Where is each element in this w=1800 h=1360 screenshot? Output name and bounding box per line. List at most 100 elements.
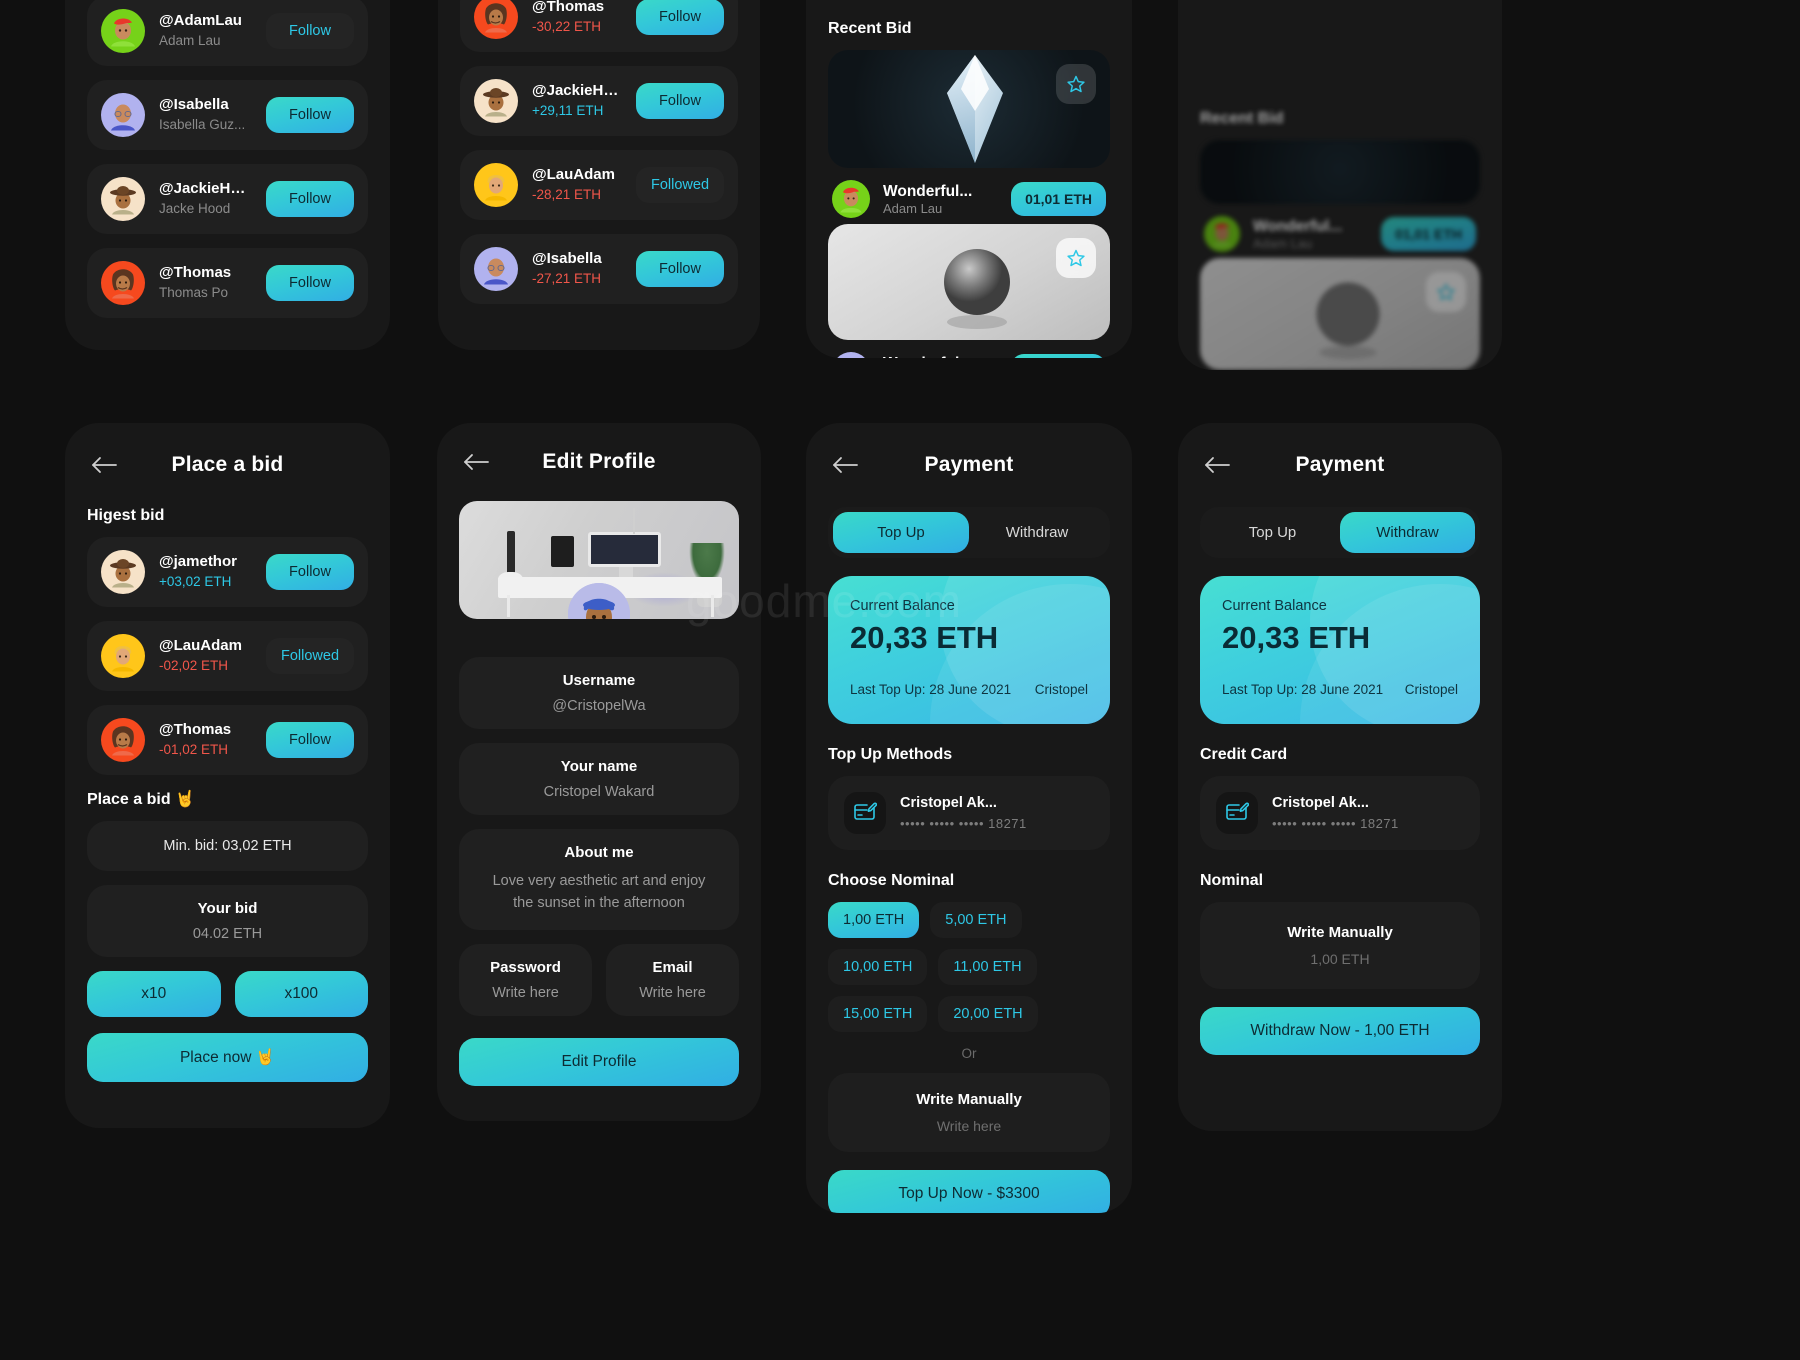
bid-amount: -27,21 ETH: [532, 270, 602, 286]
user-handle: @Isabella: [532, 250, 602, 268]
payment-method-row[interactable]: Cristopel Ak... ••••• ••••• ••••• 18271: [828, 776, 1110, 850]
user-info: @JackieHood +29,11 ETH: [532, 81, 622, 120]
cover-photo[interactable]: [459, 501, 739, 619]
follow-button[interactable]: Follow: [636, 251, 724, 287]
panel-place-bid: Place a bid Higest bid @jamethor +03,02 …: [65, 423, 390, 1128]
user-handle: @Thomas: [159, 264, 232, 282]
user-handle: @AdamLau: [159, 12, 242, 30]
nominal-chip[interactable]: 11,00 ETH: [938, 949, 1037, 985]
list-item[interactable]: @JackieHood Jacke Hood Follow: [87, 164, 368, 234]
withdraw-now-button[interactable]: Withdraw Now - 1,00 ETH: [1200, 1007, 1480, 1055]
name-field[interactable]: Your name Cristopel Wakard: [459, 743, 739, 815]
bid-amount: -30,22 ETH: [532, 18, 602, 34]
avatar: [101, 634, 145, 678]
list-item[interactable]: @AdamLau Adam Lau Follow: [87, 0, 368, 66]
nominal-chip[interactable]: 1,00 ETH: [828, 902, 920, 938]
bidders-list: @jamethor +03,02 ETH Follow @LauAdam -02…: [65, 537, 390, 775]
last-topup: Last Top Up: 28 June 2021: [1222, 682, 1384, 697]
user-handle: @LauAdam: [159, 637, 242, 655]
username-label: Username: [562, 672, 636, 689]
avatar: [101, 261, 145, 305]
nft-card-image[interactable]: [828, 224, 1110, 340]
list-item[interactable]: @jamethor +03,02 ETH Follow: [87, 537, 368, 607]
credit-card-title: Credit Card: [1200, 746, 1288, 763]
list-item[interactable]: @JackieHood +29,11 ETH Follow: [460, 66, 738, 136]
card-name: Cristopel Ak...: [900, 795, 997, 811]
avatar: [474, 0, 518, 39]
follow-button[interactable]: Follow: [636, 83, 724, 119]
nominal-chip[interactable]: 20,00 ETH: [938, 996, 1038, 1032]
recent-bid-body: Recent Bid Wonderful... Adam Lau 01,01 E…: [806, 0, 1132, 358]
avatar: [1204, 216, 1240, 252]
list-item[interactable]: @Thomas -30,22 ETH Follow: [460, 0, 738, 52]
min-bid-field[interactable]: Min. bid: 03,02 ETH: [87, 821, 368, 871]
your-bid-value: 04.02 ETH: [192, 926, 263, 942]
card-edit-icon: [1216, 792, 1258, 834]
back-button[interactable]: [91, 456, 117, 474]
back-button[interactable]: [1204, 456, 1230, 474]
tab-withdraw[interactable]: Withdraw: [1340, 512, 1475, 553]
bid-amount: -01,02 ETH: [159, 741, 229, 757]
back-button[interactable]: [832, 456, 858, 474]
email-label: Email: [652, 958, 693, 976]
nominal-chip[interactable]: 10,00 ETH: [828, 949, 928, 985]
multiplier-x100-button[interactable]: x100: [234, 971, 368, 1017]
favorite-button[interactable]: [1056, 238, 1096, 278]
credit-card-row[interactable]: Cristopel Ak... ••••• ••••• ••••• 18271: [1200, 776, 1480, 850]
screenshot-canvas: @AdamLau Adam Lau Follow @Isabella Isabe…: [0, 0, 1800, 1360]
list-item[interactable]: @Thomas Thomas Po Follow: [87, 248, 368, 318]
email-field[interactable]: Email Write here: [606, 943, 739, 1016]
write-manually-field[interactable]: Write Manually 1,00 ETH: [1200, 902, 1480, 989]
arrow-left-icon: [1205, 457, 1230, 473]
nft-owner: Adam Lau: [883, 200, 943, 216]
user-handle: @jamethor: [159, 553, 237, 571]
email-placeholder: Write here: [639, 984, 706, 1001]
avatar: [101, 718, 145, 762]
user-info: @LauAdam -28,21 ETH: [532, 165, 622, 204]
tab-top-up[interactable]: Top Up: [833, 512, 969, 553]
follow-button[interactable]: Followed: [266, 638, 354, 674]
list-item[interactable]: @LauAdam -02,02 ETH Followed: [87, 621, 368, 691]
panel-payment-withdraw: Payment Top Up Withdraw Current Balance …: [1178, 423, 1502, 1131]
follow-button[interactable]: Follow: [266, 13, 354, 49]
payment-tabs: Top Up Withdraw: [1200, 507, 1480, 558]
multiplier-x10-button[interactable]: x10: [87, 971, 221, 1017]
list-item[interactable]: @Isabella Isabella Guz... Follow: [87, 80, 368, 150]
nft-text: Wonderful... Adam Lau: [1253, 218, 1342, 251]
top-up-now-button[interactable]: Top Up Now - $3300: [828, 1170, 1110, 1213]
balance-owner: Cristopel: [1404, 682, 1458, 697]
nominal-chip[interactable]: 15,00 ETH: [828, 996, 928, 1032]
tab-withdraw[interactable]: Withdraw: [969, 512, 1105, 553]
place-now-button[interactable]: Place now 🤘: [87, 1033, 368, 1082]
your-bid-field[interactable]: Your bid 04.02 ETH: [87, 885, 368, 957]
follow-button[interactable]: Follow: [266, 722, 354, 758]
list-item[interactable]: @Thomas -01,02 ETH Follow: [87, 705, 368, 775]
nominal-chip[interactable]: 5,00 ETH: [930, 902, 1022, 938]
bid-inputs: Min. bid: 03,02 ETH Your bid 04.02 ETH x…: [65, 821, 390, 1082]
favorite-button[interactable]: [1056, 64, 1096, 104]
star-icon: [1067, 75, 1085, 93]
username-field[interactable]: Username @CristopelWa: [459, 657, 739, 729]
follow-button[interactable]: Follow: [636, 0, 724, 35]
tab-top-up[interactable]: Top Up: [1205, 512, 1340, 553]
list-item[interactable]: @Isabella -27,21 ETH Follow: [460, 234, 738, 304]
list-item[interactable]: @LauAdam -28,21 ETH Followed: [460, 150, 738, 220]
write-manually-field[interactable]: Write Manually Write here: [828, 1073, 1110, 1152]
follow-button[interactable]: Follow: [266, 265, 354, 301]
or-divider: Or: [961, 1046, 977, 1061]
withdraw-cta-wrap: Withdraw Now - 1,00 ETH: [1178, 1007, 1502, 1055]
avatar: [832, 352, 870, 358]
balance-footer: Last Top Up: 28 June 2021 Cristopel: [1222, 682, 1458, 697]
filter-background-content: Recent Bid Wonderful... Adam Lau 01,01 E…: [1178, 0, 1502, 370]
password-field[interactable]: Password Write here: [459, 943, 592, 1016]
follow-button[interactable]: Followed: [636, 167, 724, 203]
nft-card-image[interactable]: [828, 50, 1110, 168]
follow-button[interactable]: Follow: [266, 554, 354, 590]
back-button[interactable]: [463, 453, 489, 471]
user-info: @Isabella Isabella Guz...: [159, 95, 252, 134]
follow-button[interactable]: Follow: [266, 97, 354, 133]
edit-profile-submit-button[interactable]: Edit Profile: [459, 1037, 739, 1086]
about-field[interactable]: About me Love very aesthetic art and enj…: [459, 829, 739, 930]
password-placeholder: Write here: [492, 984, 559, 1001]
follow-button[interactable]: Follow: [266, 181, 354, 217]
